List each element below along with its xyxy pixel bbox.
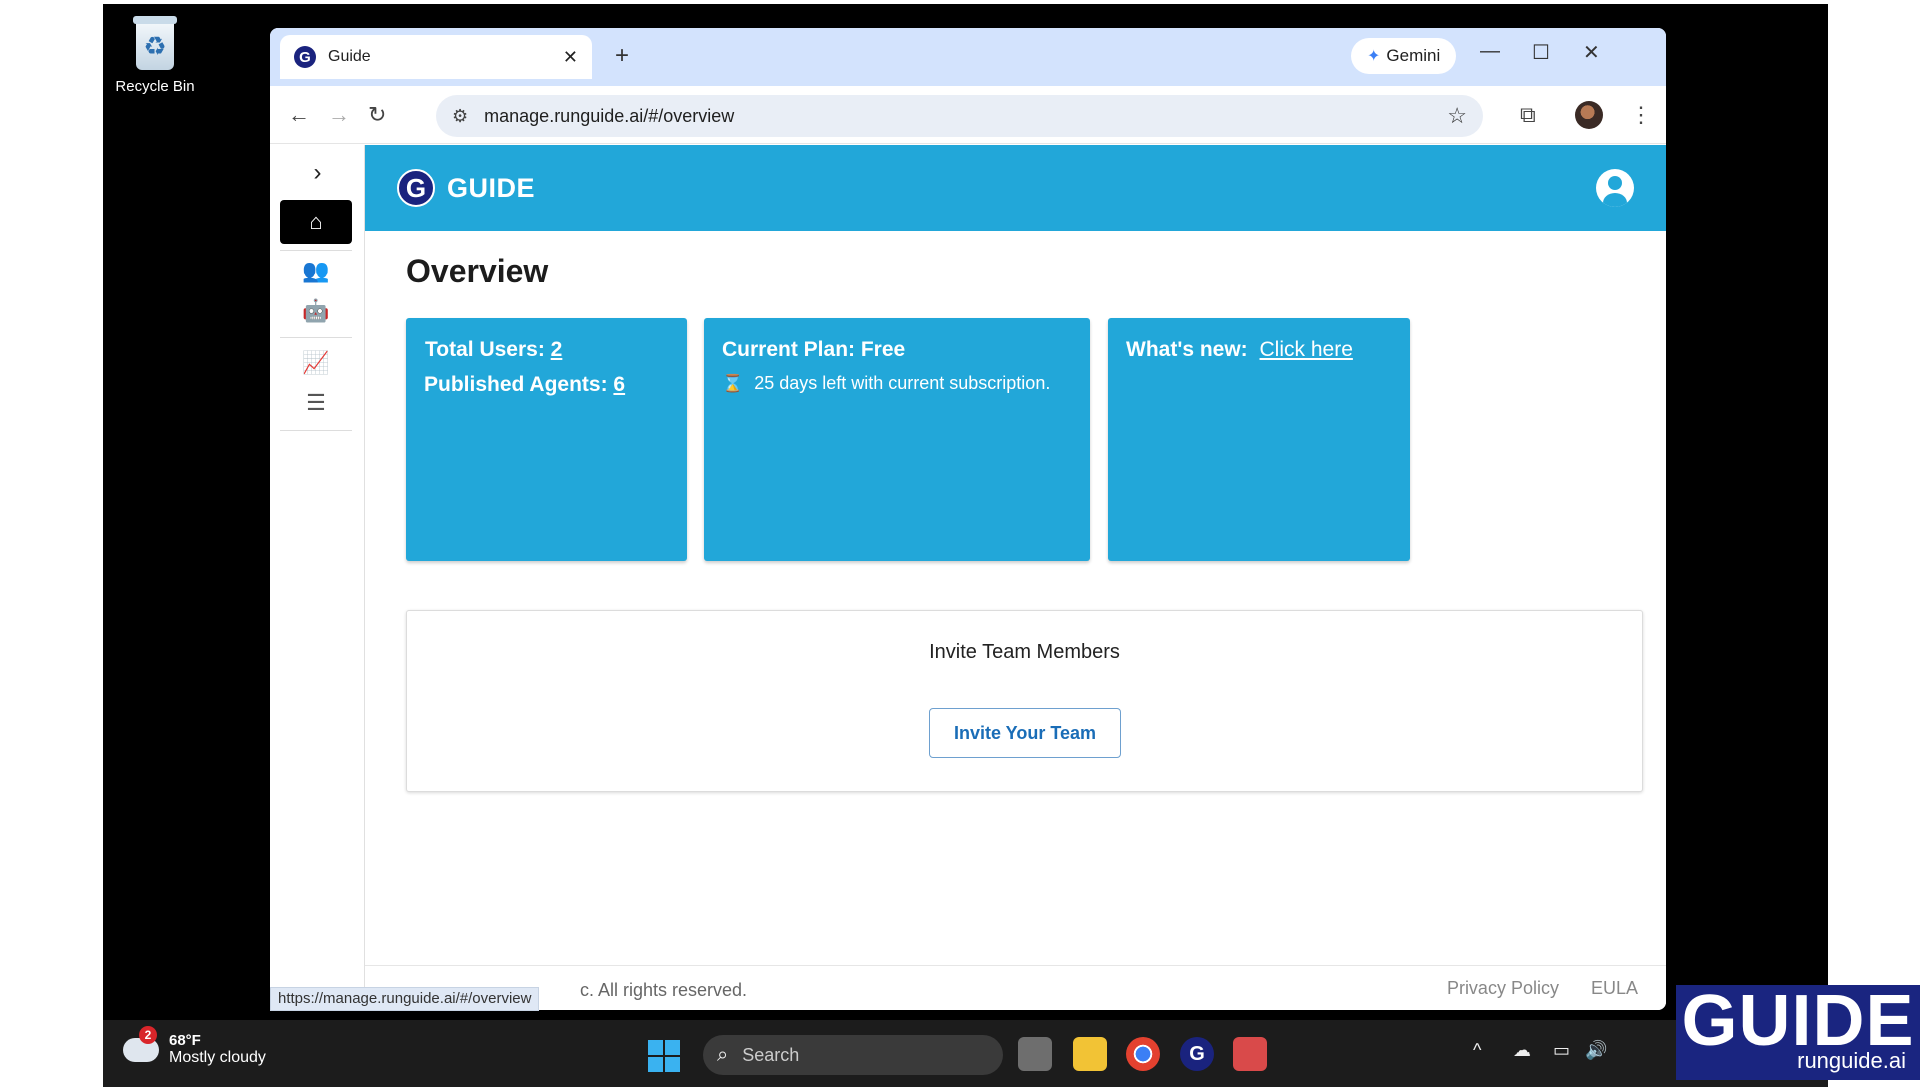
search-icon: ⌕ bbox=[717, 1043, 729, 1066]
new-tab-icon[interactable]: + bbox=[615, 42, 629, 70]
tab-strip: G Guide ✕ + ✦ Gemini — ☐ ✕ bbox=[270, 28, 1666, 86]
eula-link[interactable]: EULA bbox=[1591, 978, 1638, 999]
subscription-line: ⌛ 25 days left with current subscription… bbox=[722, 373, 1050, 394]
home-icon: ⌂ bbox=[309, 209, 323, 234]
published-agents-label: Published Agents: bbox=[424, 373, 608, 396]
guide-favicon: G bbox=[294, 46, 316, 68]
app-header: G GUIDE bbox=[365, 145, 1666, 231]
snipping-tool-icon[interactable] bbox=[1233, 1037, 1267, 1071]
plan-card: Current Plan: Free ⌛ 25 days left with c… bbox=[704, 318, 1090, 561]
nav-list[interactable]: ☰ bbox=[280, 381, 352, 425]
maximize-icon[interactable]: ☐ bbox=[1532, 40, 1550, 65]
privacy-policy-link[interactable]: Privacy Policy bbox=[1447, 978, 1559, 999]
file-explorer-icon[interactable] bbox=[1073, 1037, 1107, 1071]
users-icon: 👥 bbox=[302, 258, 330, 283]
taskbar-search[interactable]: ⌕ Search bbox=[703, 1035, 1003, 1075]
published-agents-link[interactable]: 6 bbox=[613, 373, 625, 396]
gemini-button[interactable]: ✦ Gemini bbox=[1351, 38, 1457, 74]
volume-icon[interactable]: 🔊 bbox=[1585, 1040, 1607, 1061]
main-content: G GUIDE Overview Total Users: 2 Publishe… bbox=[365, 145, 1666, 1010]
analytics-icon: 📈 bbox=[302, 350, 330, 375]
gemini-star-icon: ✦ bbox=[1367, 48, 1381, 65]
temperature: 68°F bbox=[169, 1032, 201, 1049]
nav-users[interactable]: 👥 bbox=[280, 249, 352, 293]
gemini-label: Gemini bbox=[1386, 46, 1441, 65]
invite-panel: Invite Team Members Invite Your Team bbox=[406, 610, 1643, 792]
site-settings-icon[interactable]: ⚙ bbox=[452, 106, 468, 127]
recycle-bin-label: Recycle Bin bbox=[115, 78, 195, 95]
guide-app-icon[interactable]: G bbox=[1180, 1037, 1214, 1071]
brand-title: GUIDE bbox=[447, 172, 536, 203]
guide-logo-icon: G bbox=[397, 169, 435, 207]
nav-analytics[interactable]: 📈 bbox=[280, 341, 352, 385]
forward-icon[interactable]: → bbox=[328, 102, 350, 128]
recycle-bin[interactable]: ♻ Recycle Bin bbox=[105, 14, 205, 95]
guide-watermark: GUIDE runguide.ai bbox=[1676, 985, 1920, 1080]
minimize-icon[interactable]: — bbox=[1480, 40, 1500, 63]
invite-title: Invite Team Members bbox=[929, 641, 1120, 663]
rail-divider bbox=[280, 430, 352, 431]
chrome-icon[interactable] bbox=[1126, 1037, 1160, 1071]
robot-icon: 🤖 bbox=[302, 298, 330, 323]
watermark-logo: GUIDE bbox=[1681, 981, 1915, 1061]
page-title: Overview bbox=[406, 253, 549, 289]
tab-title: Guide bbox=[328, 48, 371, 65]
current-plan-label: Current Plan: Free bbox=[722, 338, 906, 361]
total-users-link[interactable]: 2 bbox=[551, 338, 563, 361]
weather-widget[interactable]: 2 68°F Mostly cloudy bbox=[123, 1025, 266, 1067]
chevron-up-icon[interactable]: ^ bbox=[1473, 1040, 1481, 1061]
bookmark-star-icon[interactable]: ☆ bbox=[1447, 103, 1467, 129]
onedrive-icon[interactable]: ☁ bbox=[1513, 1040, 1531, 1061]
subscription-text: 25 days left with current subscription. bbox=[754, 373, 1051, 393]
whats-new-card: What's new: Click here bbox=[1108, 318, 1410, 561]
nav-agents[interactable]: 🤖 bbox=[280, 289, 352, 333]
status-url-bubble: https://manage.runguide.ai/#/overview bbox=[270, 987, 540, 1011]
browser-tab[interactable]: G Guide ✕ bbox=[280, 35, 592, 79]
rail-divider bbox=[280, 337, 352, 338]
menu-dots-icon[interactable]: ⋮ bbox=[1630, 102, 1652, 128]
list-icon: ☰ bbox=[306, 390, 326, 415]
back-icon[interactable]: ← bbox=[288, 102, 310, 128]
recycle-bin-icon: ♻ bbox=[131, 14, 179, 72]
close-icon[interactable]: ✕ bbox=[563, 47, 578, 68]
watermark-url: runguide.ai bbox=[1797, 1048, 1906, 1073]
hourglass-icon: ⌛ bbox=[722, 374, 744, 393]
cloud-icon: 2 bbox=[123, 1025, 159, 1062]
address-bar[interactable]: ⚙ manage.runguide.ai/#/overview ☆ bbox=[436, 95, 1483, 137]
published-agents-line: Published Agents: 6 bbox=[424, 373, 625, 397]
network-icon[interactable]: ▭ bbox=[1553, 1040, 1570, 1061]
users-card: Total Users: 2 Published Agents: 6 bbox=[406, 318, 687, 561]
chevron-right-icon[interactable]: › bbox=[270, 159, 365, 187]
tab-search-icon[interactable]: ⧉ bbox=[1520, 102, 1536, 128]
weather-badge: 2 bbox=[139, 1025, 157, 1044]
taskbar: 2 68°F Mostly cloudy ⌕ Search G ^ ☁ ▭ 🔊 bbox=[103, 1020, 1828, 1087]
user-account-icon[interactable] bbox=[1596, 169, 1634, 207]
browser-toolbar: ← → ↻ ⚙ manage.runguide.ai/#/overview ☆ … bbox=[270, 86, 1666, 144]
desktop: ♻ Recycle Bin G Guide ✕ + ✦ Gemini — ☐ ✕… bbox=[103, 4, 1828, 1087]
weather-condition: Mostly cloudy bbox=[169, 1049, 266, 1066]
url-text: manage.runguide.ai/#/overview bbox=[484, 105, 735, 126]
invite-team-button[interactable]: Invite Your Team bbox=[929, 708, 1121, 758]
total-users-label: Total Users: bbox=[425, 338, 545, 361]
whats-new-link[interactable]: Click here bbox=[1260, 338, 1353, 361]
taskbar-search-placeholder: Search bbox=[742, 1044, 800, 1065]
profile-avatar[interactable] bbox=[1575, 101, 1603, 129]
footer-links: Privacy Policy EULA bbox=[1447, 978, 1638, 999]
guide-app: › ⌂ 👥 🤖 📈 ☰ G GUIDE Overview Total Users… bbox=[270, 145, 1666, 1010]
footer: c. All rights reserved. Privacy Policy E… bbox=[365, 965, 1666, 1010]
windows-start-icon[interactable] bbox=[648, 1040, 680, 1072]
browser-window: G Guide ✕ + ✦ Gemini — ☐ ✕ ← → ↻ ⚙ manag… bbox=[270, 28, 1666, 1010]
reload-icon[interactable]: ↻ bbox=[368, 102, 386, 128]
total-users-line: Total Users: 2 bbox=[425, 338, 562, 362]
copyright-text: c. All rights reserved. bbox=[580, 980, 748, 1000]
side-rail: › ⌂ 👥 🤖 📈 ☰ bbox=[270, 145, 365, 1010]
window-close-icon[interactable]: ✕ bbox=[1583, 40, 1600, 65]
task-view-icon[interactable] bbox=[1018, 1037, 1052, 1071]
nav-home[interactable]: ⌂ bbox=[280, 200, 352, 244]
whats-new-label: What's new: bbox=[1126, 338, 1248, 361]
whats-new-line: What's new: Click here bbox=[1126, 338, 1353, 362]
